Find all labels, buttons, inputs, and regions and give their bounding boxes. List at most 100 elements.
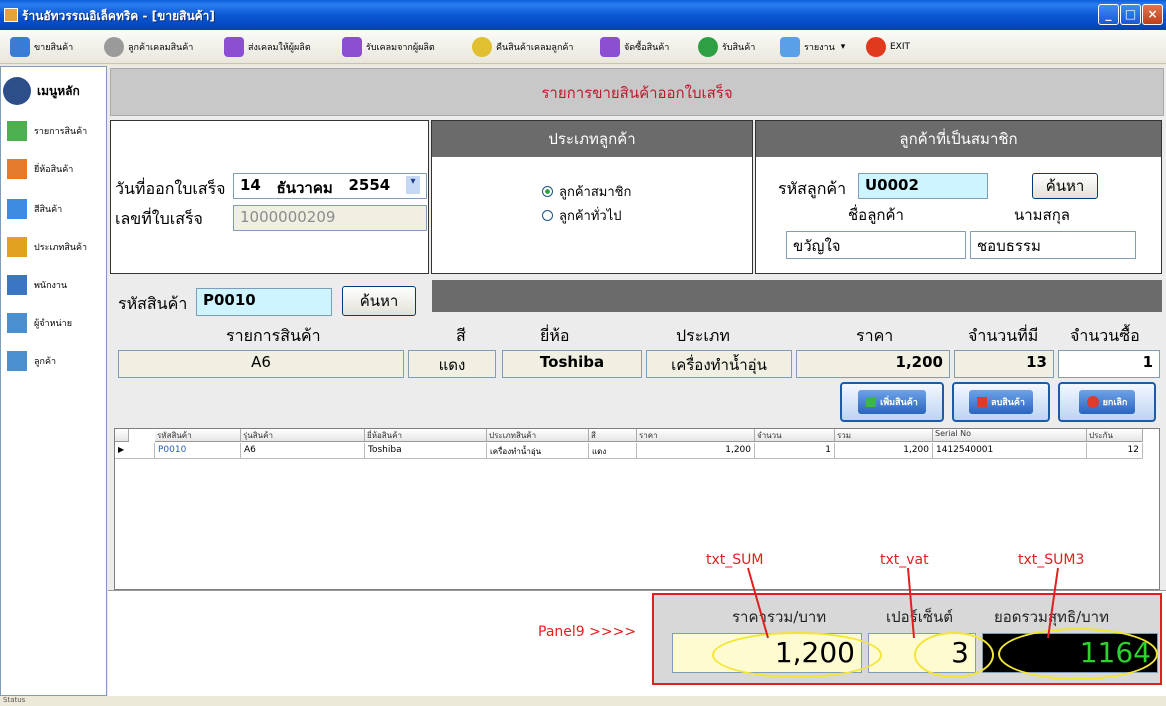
customer-search-label: ค้นหา	[1045, 177, 1085, 195]
grid-col-header[interactable]: จำนวน	[755, 429, 835, 442]
toolbar-sell[interactable]: ขายสินค้า	[10, 35, 73, 59]
grid-cell-price[interactable]: 1,200	[637, 443, 755, 459]
grid-col-header[interactable]: ยี่ห้อสินค้า	[365, 429, 487, 442]
toolbar-receive-claim[interactable]: รับเคลมจากผู้ผลิต	[342, 35, 435, 59]
net-annotation: txt_SUM3	[1018, 552, 1085, 568]
sales-grid[interactable]: รหัสสินค้า รุ่นสินค้า ยี่ห้อสินค้า ประเภ…	[114, 428, 1160, 590]
sidebar-item-customers[interactable]: ลูกค้า	[7, 349, 56, 373]
row-selector[interactable]: ▶	[115, 443, 155, 459]
remove-product-button[interactable]: ลบสินค้า	[952, 382, 1050, 422]
toolbar-receive-label: รับสินค้า	[722, 43, 756, 53]
sidebar-item-label: ผู้จำหน่าย	[34, 319, 73, 329]
grid-col-header[interactable]: รุ่นสินค้า	[241, 429, 365, 442]
invoice-number-field[interactable]: 1000000209	[233, 205, 427, 231]
delete-icon	[977, 397, 988, 407]
member-header: ลูกค้าที่เป็นสมาชิก	[756, 121, 1161, 157]
grid-col-header[interactable]: สี	[589, 429, 637, 442]
product-stock-field[interactable]: 13	[954, 350, 1054, 378]
grid-col-header[interactable]: ประกัน	[1087, 429, 1143, 442]
net-label: ยอดรวมสุทธิ/บาท	[994, 608, 1109, 626]
sidebar: เมนูหลัก รายการสินค้า ยี่ห้อสินค้า สีสิน…	[0, 66, 107, 696]
lastname-field[interactable]: ชอบธรรม	[970, 231, 1136, 259]
sidebar-item-label: ยี่ห้อสินค้า	[34, 165, 74, 175]
grid-col-header[interactable]: รหัสสินค้า	[155, 429, 241, 442]
toolbar-return-claim[interactable]: คืนสินค้าเคลมลูกค้า	[472, 35, 573, 59]
page-title-bar: รายการขายสินค้าออกใบเสร็จ	[110, 68, 1164, 116]
sidebar-item-brands[interactable]: ยี่ห้อสินค้า	[7, 157, 73, 181]
customer-type-header: ประเภทลูกค้า	[432, 121, 752, 157]
grid-col-header[interactable]: ประเภทสินค้า	[487, 429, 589, 442]
sidebar-item-colors[interactable]: สีสินค้า	[7, 197, 62, 221]
toolbar-purchase[interactable]: จัดซื้อสินค้า	[600, 35, 669, 59]
close-button[interactable]: ×	[1142, 4, 1163, 25]
grid-cell-qty[interactable]: 1	[755, 443, 835, 459]
toolbar-send-claim-label: ส่งเคลมให้ผู้ผลิต	[248, 43, 311, 53]
grid-cell-color[interactable]: แดง	[589, 443, 637, 459]
col-stock-label: จำนวนที่มี	[968, 326, 1039, 345]
maximize-button[interactable]: □	[1120, 4, 1141, 25]
sidebar-item-suppliers[interactable]: ผู้จำหน่าย	[7, 311, 72, 335]
firstname-label: ชื่อลูกค้า	[848, 206, 904, 224]
toolbar-report[interactable]: รายงาน ▾	[780, 35, 845, 59]
cancel-button[interactable]: ยกเลิก	[1058, 382, 1156, 422]
sidebar-item-label: พนักงาน	[34, 281, 68, 291]
product-color-field[interactable]: แดง	[408, 350, 496, 378]
invoice-date-picker[interactable]: 14 ธันวาคม 2554 ▾	[233, 173, 427, 199]
grid-col-header[interactable]: ราคา	[637, 429, 755, 442]
product-code-field[interactable]: P0010	[196, 288, 332, 316]
invoice-number-label: เลขที่ใบเสร็จ	[115, 209, 203, 228]
puzzle-icon	[342, 37, 362, 57]
radio-unchecked-icon	[542, 210, 553, 221]
product-type-field[interactable]: เครื่องทำน้ำอุ่น	[646, 350, 792, 378]
radio-general[interactable]: ลูกค้าทั่วไป	[542, 205, 622, 226]
sum-label: ราคารวม/บาท	[732, 608, 827, 626]
col-qty-label: จำนวนซื้อ	[1070, 326, 1140, 345]
toolbar-exit[interactable]: EXIT	[866, 35, 910, 59]
date-year: 2554	[348, 176, 391, 194]
home-icon	[3, 77, 31, 105]
grid-cell-model[interactable]: A6	[241, 443, 365, 459]
grid-col-header[interactable]: รวม	[835, 429, 933, 442]
sidebar-item-products[interactable]: รายการสินค้า	[7, 119, 87, 143]
chevron-down-icon[interactable]: ▾	[405, 176, 420, 194]
radio-member[interactable]: ลูกค้าสมาชิก	[542, 181, 631, 202]
puzzle-icon	[224, 37, 244, 57]
product-brand-field[interactable]: Toshiba	[502, 350, 642, 378]
customer-search-button[interactable]: ค้นหา	[1032, 173, 1098, 199]
product-item-field[interactable]: A6	[118, 350, 404, 378]
firstname-field[interactable]: ขวัญใจ	[786, 231, 966, 259]
toolbar-purchase-label: จัดซื้อสินค้า	[624, 43, 670, 53]
grid-cell-total[interactable]: 1,200	[835, 443, 933, 459]
customer-type-box: ประเภทลูกค้า ลูกค้าสมาชิก ลูกค้าทั่วไป	[431, 120, 753, 274]
minimize-button[interactable]: _	[1098, 4, 1119, 25]
add-product-button[interactable]: เพิ่มสินค้า	[840, 382, 944, 422]
sidebar-item-employees[interactable]: พนักงาน	[7, 273, 67, 297]
toolbar-send-claim[interactable]: ส่งเคลมให้ผู้ผลิต	[224, 35, 311, 59]
product-price-field[interactable]: 1,200	[796, 350, 950, 378]
toolbar-customer-claim[interactable]: ลูกค้าเคลมสินค้า	[104, 35, 193, 59]
invoice-box: วันที่ออกใบเสร็จ 14 ธันวาคม 2554 ▾ เลขที…	[110, 120, 429, 274]
radio-general-label: ลูกค้าทั่วไป	[559, 209, 622, 224]
sidebar-item-label: รายการสินค้า	[34, 127, 88, 137]
toolbar-return-claim-label: คืนสินค้าเคลมลูกค้า	[496, 43, 574, 53]
highlight-ellipse	[712, 632, 882, 678]
grid-cell-type[interactable]: เครื่องทำน้ำอุ่น	[487, 443, 589, 459]
grid-cell-warranty[interactable]: 12	[1087, 443, 1143, 459]
grid-cell-code[interactable]: P0010	[155, 443, 241, 459]
product-qty-field[interactable]: 1	[1058, 350, 1160, 378]
app-icon	[4, 8, 18, 22]
toolbar-receive[interactable]: รับสินค้า	[698, 35, 755, 59]
highlight-ellipse	[914, 632, 994, 678]
chevron-down-icon: ▾	[840, 42, 846, 52]
grid-cell-serial[interactable]: 1412540001	[933, 443, 1087, 459]
grid-col-header[interactable]: Serial No	[933, 429, 1087, 442]
customer-code-field[interactable]: U0002	[858, 173, 988, 199]
check-icon	[866, 397, 877, 407]
add-product-label: เพิ่มสินค้า	[880, 398, 918, 408]
vat-label: เปอร์เซ็นต์	[886, 608, 954, 626]
cancel-label: ยกเลิก	[1102, 398, 1128, 408]
product-search-button[interactable]: ค้นหา	[342, 286, 416, 316]
grid-cell-brand[interactable]: Toshiba	[365, 443, 487, 459]
sidebar-item-types[interactable]: ประเภทสินค้า	[7, 235, 87, 259]
col-item-label: รายการสินค้า	[226, 326, 321, 345]
